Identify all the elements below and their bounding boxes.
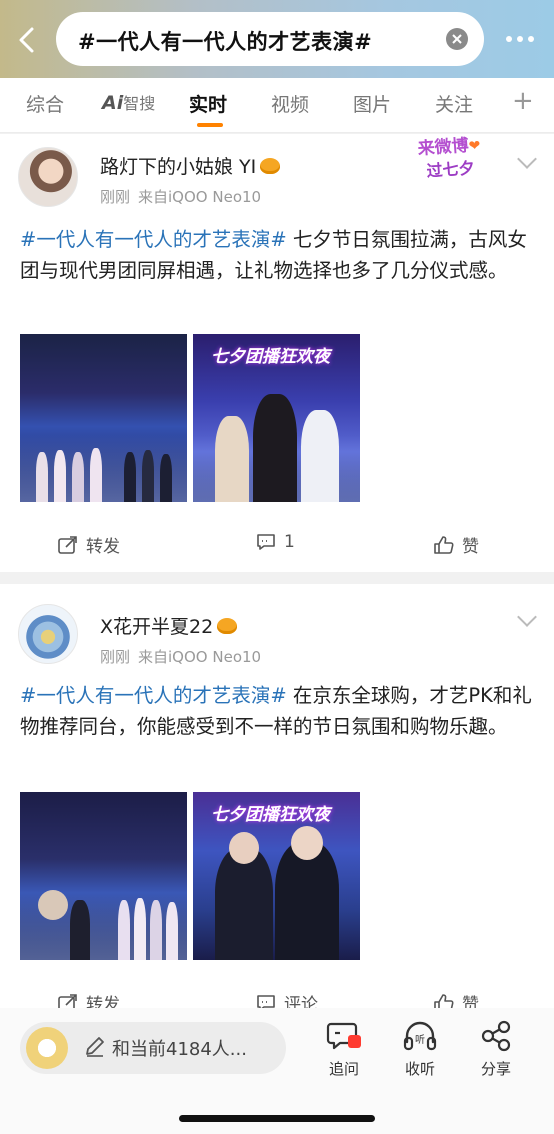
post-image[interactable]: 七夕团播狂欢夜 [193,334,360,502]
post-card: 路灯下的小姑娘 YI 刚刚 来自iQOO Neo10 来微博❤ 过七夕 #一代人有… [0,134,554,572]
post-source: 来自iQOO Neo10 [138,648,262,666]
repost-button[interactable]: 转发 [58,532,120,557]
image-caption: 七夕团播狂欢夜 [211,805,330,825]
more-options-button[interactable] [496,22,544,56]
add-tab-icon[interactable]: + [512,86,534,116]
post-body: #一代人有一代人的才艺表演# 七夕节日氛围拉满，古风女团与现代男团同屏相遇，让礼… [20,224,532,286]
search-input[interactable]: #一代人有一代人的才艺表演# [56,12,484,66]
post-body: #一代人有一代人的才艺表演# 在京东全球购，才艺PK和礼物推荐同台，你能感受到不… [20,680,532,742]
hashtag-link[interactable]: #一代人有一代人的才艺表演# [20,684,287,707]
vip-badge-icon [217,618,238,634]
post-time: 刚刚 [100,188,131,206]
username-text: 路灯下的小姑娘 YI [100,156,257,178]
image-caption: 七夕团播狂欢夜 [211,347,330,367]
share-icon [481,1020,511,1052]
comment-input[interactable]: 和当前4184人... [20,1022,286,1074]
tab-comprehensive[interactable]: 综合 [26,90,64,117]
share-button[interactable]: 分享 [466,1020,526,1079]
more-dots-icon [506,36,512,42]
heart-icon: ❤ [468,137,481,155]
comment-icon [257,534,275,550]
post-image[interactable] [20,334,187,502]
post-actions: 转发 1 赞 [0,526,554,566]
ai-label: Ai [102,92,124,114]
svg-text:听: 听 [415,1034,425,1046]
tab-realtime[interactable]: 实时 [189,90,227,117]
sticker-line-1: 来微博 [417,135,470,160]
clear-search-button[interactable] [446,28,468,50]
comment-button[interactable]: 1 [256,532,295,552]
like-label: 赞 [462,537,479,557]
post-time: 刚刚 [100,648,131,666]
avatar[interactable] [18,147,78,207]
listen-button[interactable]: 听 收听 [390,1020,450,1079]
thumbs-up-icon [434,535,454,554]
tab-following[interactable]: 关注 [435,90,473,117]
hashtag-link[interactable]: #一代人有一代人的才艺表演# [20,228,287,251]
vip-badge-icon [260,158,281,174]
top-bar: #一代人有一代人的才艺表演# [0,0,554,78]
repost-label: 转发 [86,537,120,557]
post-image[interactable] [20,792,187,960]
home-indicator[interactable] [179,1115,375,1122]
follow-up-label: 追问 [328,1060,359,1078]
comment-count: 1 [284,532,295,552]
chevron-down-icon[interactable] [517,149,537,169]
comment-placeholder: 和当前4184人... [112,1039,247,1060]
listen-label: 收听 [404,1060,435,1078]
close-icon [452,34,462,44]
post-image[interactable]: 七夕团播狂欢夜 [193,792,360,960]
like-button[interactable]: 赞 [434,532,479,557]
search-tabs: 综合 Ai智搜 实时 视频 图片 关注 + [0,78,554,133]
headphones-icon: 听 [403,1021,437,1051]
username-text: X花开半夏22 [100,616,214,638]
bottom-bar: 和当前4184人... 追问 听 收听 分享 [0,1008,554,1134]
avatar [26,1027,68,1069]
pen-icon [86,1037,104,1057]
search-query: #一代人有一代人的才艺表演# [78,30,373,54]
post-meta: 刚刚 来自iQOO Neo10 [100,186,261,207]
post-username[interactable]: 路灯下的小姑娘 YI [100,152,281,179]
tab-ai-search-label: 智搜 [123,94,156,113]
festival-sticker: 来微博❤ 过七夕 [400,133,499,190]
tab-ai-search[interactable]: Ai智搜 [102,90,155,114]
tab-video[interactable]: 视频 [271,90,309,117]
ask-bubble-icon [326,1022,361,1050]
post-card: X花开半夏22 刚刚 来自iQOO Neo10 #一代人有一代人的才艺表演# 在京… [0,584,554,1015]
back-arrow-icon [19,27,34,53]
post-meta: 刚刚 来自iQOO Neo10 [100,646,261,667]
repost-icon [58,535,77,554]
share-label: 分享 [480,1060,511,1078]
tab-images[interactable]: 图片 [353,90,391,117]
avatar[interactable] [18,604,78,664]
back-button[interactable] [8,20,44,60]
follow-up-button[interactable]: 追问 [314,1020,374,1079]
chevron-down-icon[interactable] [517,607,537,627]
post-username[interactable]: X花开半夏22 [100,612,238,639]
post-source: 来自iQOO Neo10 [138,188,262,206]
active-tab-indicator [197,123,223,127]
